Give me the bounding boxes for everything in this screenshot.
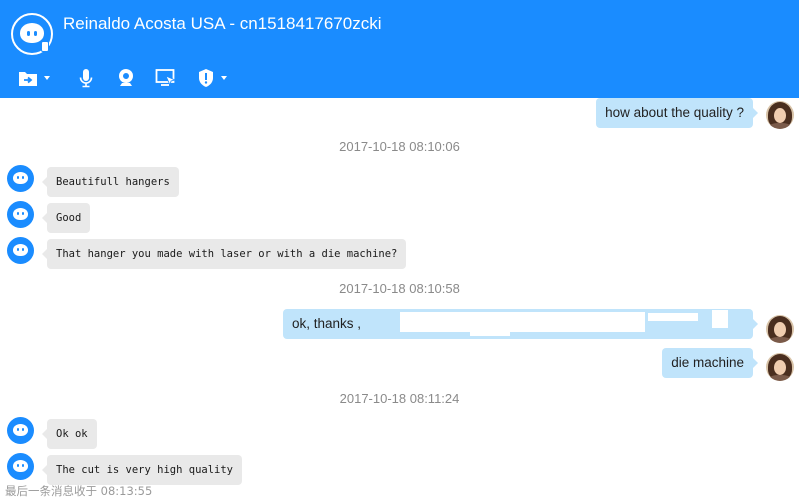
security-button[interactable] — [197, 66, 227, 90]
outgoing-message-text: ok, thanks , — [292, 316, 362, 331]
redacted-area — [400, 312, 645, 332]
remote-screen-icon — [155, 69, 177, 87]
redacted-area — [712, 310, 728, 328]
message-timestamp: 2017-10-18 08:11:24 — [339, 391, 460, 406]
incoming-message: Beautifull hangers — [42, 167, 179, 197]
my-avatar[interactable] — [766, 101, 794, 129]
send-file-button[interactable] — [18, 66, 50, 90]
microphone-icon — [79, 69, 93, 88]
incoming-message: Ok ok — [42, 419, 97, 449]
voice-button[interactable] — [79, 66, 93, 90]
outgoing-message: die machine — [662, 348, 758, 378]
webcam-icon — [119, 69, 133, 86]
redacted-area — [648, 313, 698, 321]
mobile-device-icon — [41, 41, 49, 52]
contact-title: Reinaldo Acosta USA - cn1518417670zcki — [63, 14, 382, 33]
contact-message-avatar[interactable] — [7, 237, 34, 264]
message-timestamp: 2017-10-18 08:10:58 — [339, 281, 460, 296]
contact-avatar[interactable] — [11, 13, 53, 55]
video-button[interactable] — [117, 66, 135, 90]
my-avatar[interactable] — [766, 315, 794, 343]
contact-avatar-face-icon — [20, 23, 44, 43]
remote-assist-button[interactable] — [155, 66, 177, 90]
outgoing-message: how about the quality ? — [596, 98, 758, 128]
chat-toolbar — [0, 64, 260, 92]
redacted-area — [470, 327, 510, 336]
incoming-message: That hanger you made with laser or with … — [41, 239, 407, 269]
chat-header: Reinaldo Acosta USA - cn1518417670zcki — [0, 0, 799, 98]
send-file-dropdown-icon[interactable] — [44, 76, 50, 80]
contact-message-avatar[interactable] — [7, 453, 34, 480]
contact-message-avatar[interactable] — [7, 417, 34, 444]
my-avatar[interactable] — [766, 353, 794, 381]
last-message-time: 最后一条消息收于 08:13:55 — [5, 484, 153, 498]
incoming-message: Good — [41, 203, 91, 233]
shield-icon — [199, 69, 213, 87]
message-timestamp: 2017-10-18 08:10:06 — [339, 139, 460, 154]
send-file-icon — [19, 72, 37, 86]
security-dropdown-icon[interactable] — [221, 76, 227, 80]
last-message-status: 最后一条消息收于 08:13:55 — [0, 481, 799, 499]
message-list[interactable]: how about the quality ? 2017-10-18 08:10… — [0, 98, 799, 499]
contact-message-avatar[interactable] — [7, 201, 34, 228]
contact-message-avatar[interactable] — [7, 165, 34, 192]
